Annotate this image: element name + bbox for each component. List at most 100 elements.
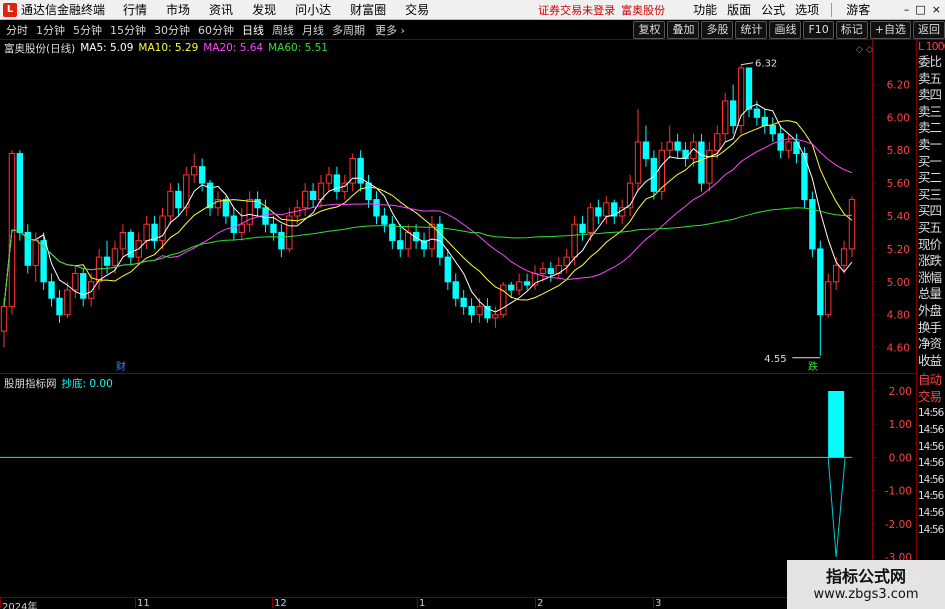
quote-field-label[interactable]: 卖二 [917,120,945,137]
window-controls: – □ × [904,3,941,16]
quote-field-label[interactable]: 委比 [917,54,945,71]
close-icon[interactable]: × [932,3,941,16]
period-5min[interactable]: 5分钟 [73,22,102,38]
quote-field-label[interactable]: 收益 [917,353,945,370]
minimize-icon[interactable]: – [904,3,910,16]
indicator-bar [828,391,845,458]
period-multi[interactable]: 多周期 [332,22,365,38]
period-daily[interactable]: 日线 [242,22,264,38]
f10-button[interactable]: F10 [803,21,834,39]
quote-field-label[interactable]: 卖四 [917,87,945,104]
quote-field-label[interactable]: 现价 [917,237,945,254]
menu-layout[interactable]: 版面 [727,1,751,18]
login-alert[interactable]: 证券交易未登录 [538,2,615,18]
candle-body [571,223,578,258]
adjust-button[interactable]: 复权 [633,21,666,39]
current-stock-name: 富奥股份 [621,3,666,17]
maximize-icon[interactable]: □ [915,3,925,16]
menu-news[interactable]: 资讯 [209,1,233,18]
menu-ask[interactable]: 问小达 [295,1,331,18]
quote-field-label[interactable]: 买五 [917,220,945,237]
indicator-tick-label: 0.00 [889,452,912,464]
mark-button[interactable]: 标记 [835,21,868,39]
quote-field-label[interactable]: 买二 [917,170,945,187]
auto-trade-label[interactable]: 自动 [917,372,945,389]
menu-options[interactable]: 选项 [795,1,819,18]
indicator-line [827,457,846,558]
candle-body [706,149,713,184]
candle-body [230,215,238,233]
overlay-button[interactable]: 叠加 [667,21,700,39]
quote-field-label[interactable]: 净资 [917,336,945,353]
date-label: 1 [419,598,426,609]
quote-field-label[interactable]: 卖三 [917,104,945,121]
period-monthly[interactable]: 月线 [302,22,324,38]
period-60min[interactable]: 60分钟 [198,22,234,38]
period-tick[interactable]: 分时 [6,22,28,38]
date-tick [0,598,1,608]
indicator-legend: 股朋指标网 抄底: 0.00 [4,376,113,390]
auto-trade-label[interactable]: 交易 [917,389,945,406]
candle-body [642,141,650,159]
quote-field-label[interactable]: 卖一 [917,137,945,154]
candle-body [840,248,848,266]
period-more[interactable]: 更多 › [375,22,405,38]
candle-body [72,273,79,291]
menu-function[interactable]: 功能 [693,1,717,18]
indicator-tick-label: -1.00 [885,486,912,498]
candle-body [278,231,285,250]
quote-field-label[interactable]: 外盘 [917,303,945,320]
candle-body [270,223,277,233]
candle-body [714,133,721,151]
quote-field-label[interactable]: 买三 [917,187,945,204]
draw-line-button[interactable]: 画线 [769,21,802,39]
high-price-label: 6.32 [755,59,777,70]
site-watermark: 指标公式网 www.zbgs3.com [787,560,945,609]
multi-stock-button[interactable]: 多股 [701,21,734,39]
candle-body [674,141,681,151]
user-guest[interactable]: 游客 [846,1,870,18]
side-header: L 1000 [918,40,945,53]
quote-field-label[interactable]: 买一 [917,154,945,171]
add-watchlist-button[interactable]: +自选 [869,21,911,39]
period-30min[interactable]: 30分钟 [154,22,190,38]
menu-wealth[interactable]: 财富圈 [350,1,386,18]
candle-body [698,141,705,184]
quote-field-label[interactable]: 换手 [917,320,945,337]
kline-chart[interactable]: 6.20 6.00 5.80 5.60 5.40 5.20 5.00 4.80 4.60 6.32… [0,40,916,597]
menu-divider [831,2,833,17]
candle-body [769,125,776,135]
quote-field-label[interactable]: 涨跌 [917,253,945,270]
quote-field-label[interactable]: 总量 [917,286,945,303]
price-tick-label: 6.20 [887,79,910,91]
quote-field-label[interactable]: 买四 [917,203,945,220]
candle-body [539,268,547,275]
trade-time: 14:56 [918,490,944,503]
low-price-label: 4.55 [764,354,786,365]
candle-body [444,256,452,283]
stats-button[interactable]: 统计 [735,21,768,39]
menu-exchange[interactable]: 市场 [166,1,190,18]
candle-body [143,223,150,242]
candle-body [563,256,570,266]
menu-market[interactable]: 行情 [123,1,147,18]
period-1min[interactable]: 1分钟 [36,22,65,38]
menu-discover[interactable]: 发现 [252,1,276,18]
price-tick-label: 5.60 [887,178,910,190]
back-button[interactable]: 返回 [913,21,945,39]
candle-body [468,305,475,316]
quote-field-label[interactable]: 卖五 [917,71,945,88]
period-15min[interactable]: 15分钟 [110,22,146,38]
ma5-label: MA5: 5.09 [80,42,134,54]
candle-body [753,108,761,118]
candle-body [167,190,174,217]
candle-body [745,67,753,110]
price-tick-label: 5.40 [887,211,910,223]
date-tick [135,598,136,608]
menu-formula[interactable]: 公式 [761,1,785,18]
candle-body [832,264,840,283]
indicator-value: 抄底: 0.00 [61,377,113,390]
quote-field-label[interactable]: 涨幅 [917,270,945,287]
period-weekly[interactable]: 周线 [272,22,294,38]
menu-trade[interactable]: 交易 [405,1,429,18]
